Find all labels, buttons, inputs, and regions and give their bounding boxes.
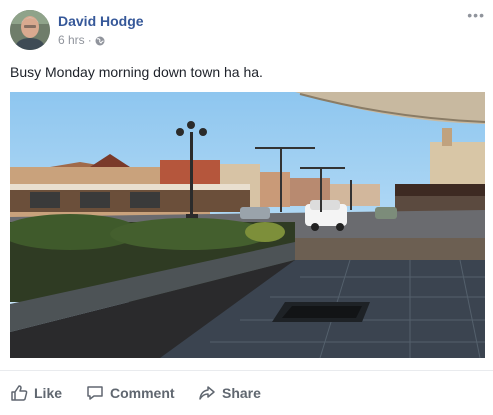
comment-label: Comment (110, 385, 175, 401)
post-caption: Busy Monday morning down town ha ha. (10, 64, 263, 80)
globe-icon (95, 35, 105, 46)
like-label: Like (34, 385, 63, 401)
post-meta: 6 hrs · (58, 33, 105, 47)
share-label: Share (222, 385, 261, 401)
share-button[interactable]: Share (198, 377, 261, 409)
share-icon (199, 386, 215, 400)
meta-separator: · (87, 33, 92, 47)
post-actions-bar: Like Comment Share (0, 370, 493, 411)
avatar[interactable] (10, 10, 50, 50)
like-button[interactable]: Like (10, 377, 62, 409)
more-options-icon[interactable]: ••• (467, 8, 485, 22)
comment-button[interactable]: Comment (86, 377, 175, 409)
timestamp[interactable]: 6 hrs (58, 33, 85, 47)
author-name[interactable]: David Hodge (58, 13, 144, 29)
comment-icon (87, 386, 103, 400)
thumbs-up-icon (11, 385, 28, 401)
facebook-post: David Hodge 6 hrs · ••• Busy Monday morn… (0, 0, 493, 415)
post-photo[interactable] (10, 92, 485, 358)
